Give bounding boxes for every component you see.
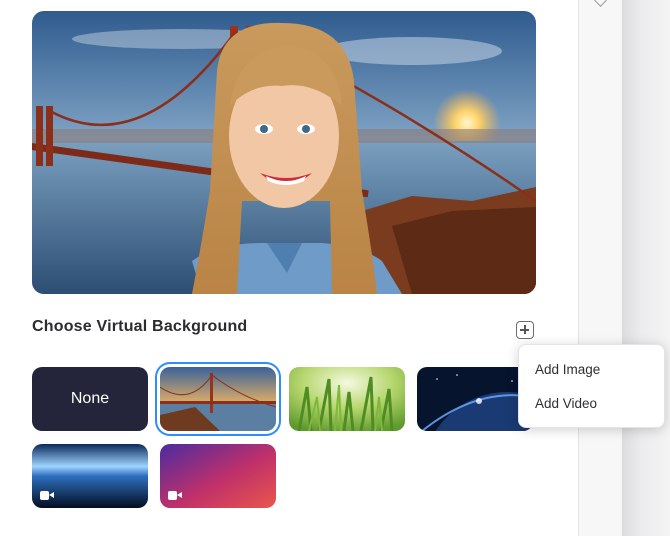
add-background-menu: Add Image Add Video	[518, 344, 665, 428]
menu-item-add-image[interactable]: Add Image	[535, 362, 600, 377]
side-panel	[578, 0, 623, 536]
background-tile-grass[interactable]	[289, 367, 405, 431]
section-title: Choose Virtual Background	[32, 318, 248, 335]
background-tile-golden-gate[interactable]	[160, 367, 276, 431]
video-camera-icon	[40, 491, 54, 500]
background-tile-earth-horizon[interactable]	[32, 444, 148, 508]
add-background-button[interactable]	[516, 321, 534, 339]
tile-label: None	[70, 390, 110, 407]
video-preview	[32, 11, 536, 294]
menu-item-add-video[interactable]: Add Video	[535, 396, 597, 411]
window-edge	[622, 0, 670, 536]
background-tile-none[interactable]: None	[32, 367, 148, 431]
background-tile-earth[interactable]	[417, 367, 533, 431]
video-camera-icon	[168, 491, 182, 500]
background-tile-gradient[interactable]	[160, 444, 276, 508]
